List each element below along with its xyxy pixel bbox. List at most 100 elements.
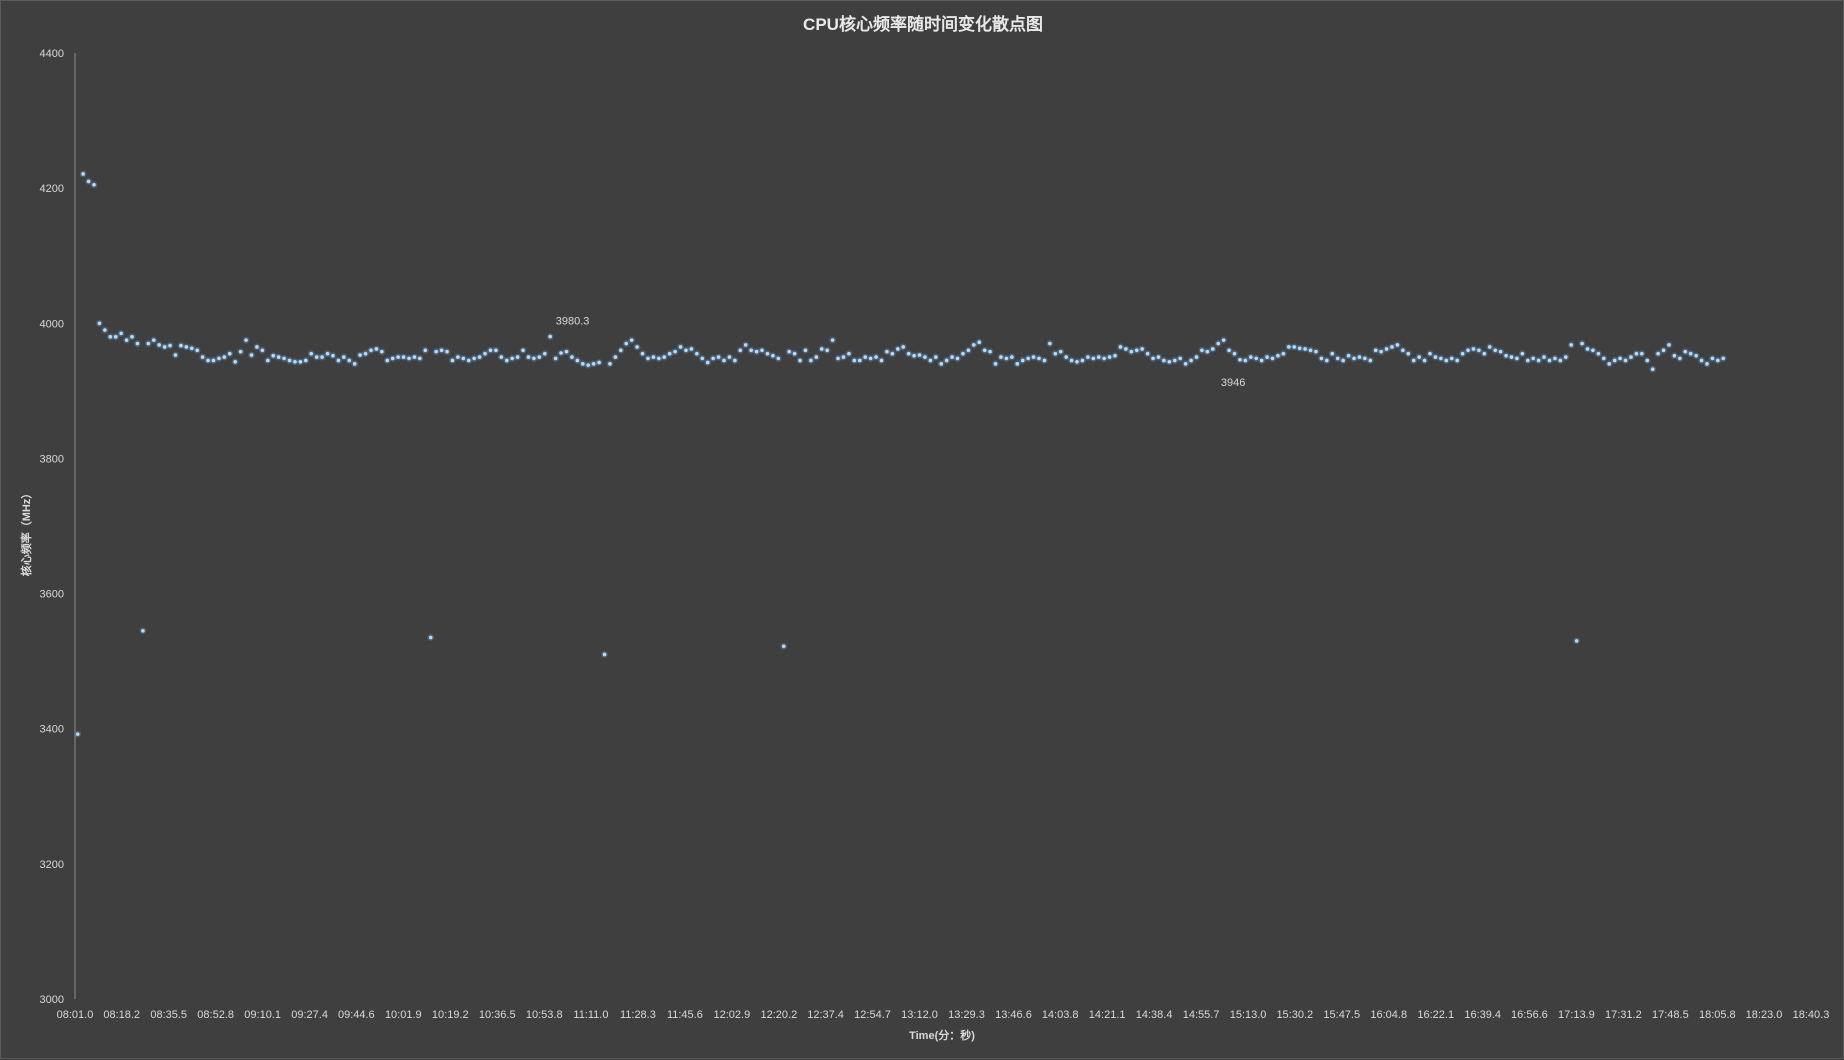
data-point: [1705, 362, 1709, 366]
data-point: [1493, 348, 1497, 353]
data-point: [1363, 356, 1367, 361]
x-tick-label: 14:38.4: [1136, 1009, 1173, 1021]
data-point: [369, 348, 373, 353]
data-point: [1531, 356, 1536, 361]
data-point: [494, 348, 498, 353]
data-point: [1439, 356, 1443, 361]
data-point: [124, 338, 129, 342]
data-point: [830, 338, 835, 342]
data-point: [1243, 358, 1248, 363]
x-tick-label: 13:29.3: [948, 1009, 985, 1021]
data-point: [81, 172, 85, 176]
x-tick-label: 12:37.4: [807, 1009, 844, 1021]
x-tick-label: 15:47.5: [1323, 1009, 1360, 1021]
data-point: [917, 353, 922, 357]
data-point: [238, 349, 243, 354]
data-point: [1151, 356, 1155, 361]
data-point: [461, 356, 466, 361]
data-point: [342, 355, 346, 359]
data-point: [1563, 355, 1568, 359]
data-point: [466, 358, 471, 363]
data-point: [977, 340, 982, 345]
data-label: 3946: [1221, 377, 1245, 389]
data-point: [586, 363, 591, 367]
data-point: [1417, 355, 1421, 359]
data-point: [189, 346, 194, 351]
data-point: [895, 347, 900, 351]
data-point: [629, 338, 634, 342]
data-point: [428, 635, 433, 640]
x-tick-label: 12:02.9: [714, 1009, 751, 1021]
data-point: [1640, 351, 1644, 356]
data-point: [1335, 356, 1340, 361]
data-points: [74, 170, 1727, 738]
x-tick-label: 13:46.6: [995, 1009, 1032, 1021]
data-point: [390, 356, 395, 361]
data-point: [934, 355, 938, 359]
data-point: [776, 356, 781, 361]
x-tick-label: 10:36.5: [479, 1009, 516, 1021]
data-point: [792, 351, 797, 356]
data-point: [1406, 351, 1411, 356]
data-point: [396, 355, 400, 359]
data-point: [1602, 356, 1606, 361]
x-tick-label: 14:03.8: [1042, 1009, 1079, 1021]
data-point: [222, 355, 227, 359]
data-point: [1048, 341, 1052, 346]
x-tick-label: 12:54.7: [854, 1009, 891, 1021]
data-point: [1422, 358, 1427, 363]
data-point: [559, 351, 563, 355]
data-point: [1352, 356, 1356, 361]
data-point: [184, 345, 189, 349]
x-tick-label: 16:04.8: [1370, 1009, 1407, 1021]
data-point: [407, 356, 411, 361]
data-point: [130, 335, 134, 339]
data-point: [401, 355, 406, 359]
data-point: [1477, 348, 1481, 353]
data-point: [526, 355, 531, 359]
data-point: [1053, 351, 1058, 356]
data-point: [1580, 341, 1584, 346]
data-point: [179, 343, 183, 348]
data-point: [1276, 353, 1280, 358]
data-point: [825, 348, 829, 353]
data-point: [1107, 355, 1112, 359]
data-point: [488, 348, 493, 353]
x-tick-label: 08:52.8: [197, 1009, 234, 1021]
data-point: [1172, 358, 1177, 363]
data-point: [1607, 362, 1612, 366]
data-point: [640, 351, 645, 356]
data-point: [1031, 355, 1036, 359]
data-point: [1064, 355, 1068, 359]
data-point: [1542, 355, 1546, 359]
data-point: [336, 358, 341, 363]
data-point: [1428, 351, 1432, 356]
data-point: [504, 358, 509, 363]
data-point: [1672, 353, 1677, 358]
data-point: [765, 351, 770, 356]
data-point: [1004, 356, 1009, 361]
data-point: [923, 355, 927, 359]
data-point: [1205, 349, 1210, 354]
x-tick-label: 16:56.6: [1511, 1009, 1548, 1021]
data-point: [852, 358, 857, 363]
data-point: [1661, 348, 1666, 353]
data-point: [173, 353, 178, 357]
data-point: [743, 343, 748, 347]
data-point: [1287, 345, 1291, 349]
data-point: [439, 348, 444, 353]
data-point: [1688, 351, 1693, 356]
data-point: [944, 358, 949, 363]
data-point: [1086, 355, 1090, 359]
x-tick-label: 09:44.6: [338, 1009, 375, 1021]
data-point: [1346, 353, 1351, 358]
data-point: [972, 343, 976, 347]
data-point: [988, 349, 992, 354]
data-point: [206, 358, 210, 363]
x-tick-label: 15:30.2: [1276, 1009, 1313, 1021]
y-tick-label: 4000: [40, 318, 64, 330]
data-point: [950, 355, 954, 359]
data-point: [456, 355, 460, 359]
x-tick-label: 08:18.2: [103, 1009, 140, 1021]
data-point: [412, 355, 417, 359]
